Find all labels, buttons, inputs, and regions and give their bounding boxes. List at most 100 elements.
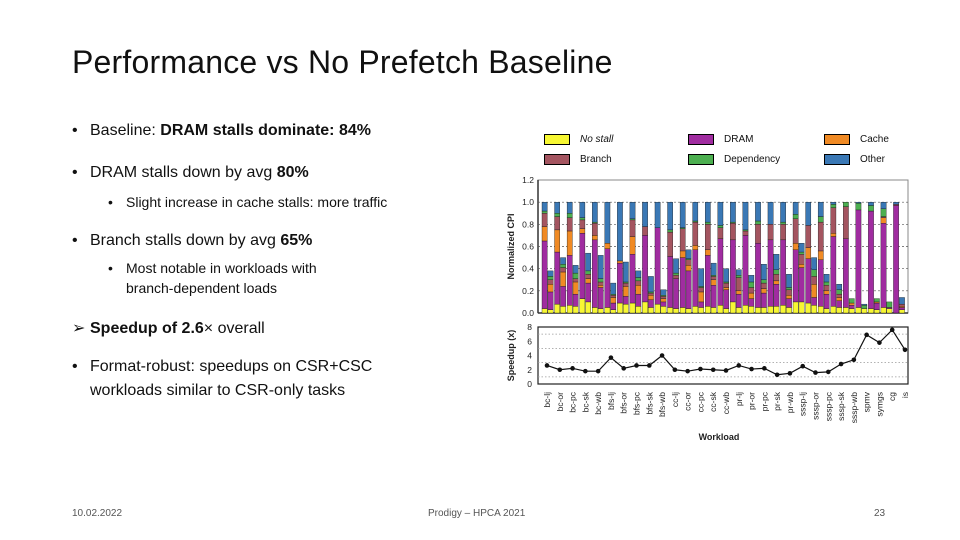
bar-segment-cache-prodigy <box>547 284 554 293</box>
bar-segment-dram-baseline <box>730 239 736 303</box>
bar-segment-dram-prodigy <box>648 299 654 308</box>
bar-segment-dependency-baseline <box>704 221 711 225</box>
bar-segment-dependency-prodigy <box>585 270 591 275</box>
bar-segment-cache-baseline <box>566 230 573 256</box>
bar-segment-other-prodigy <box>572 265 579 274</box>
bar-segment-dram-prodigy <box>660 301 667 307</box>
x-tick-label: is <box>900 392 910 398</box>
bar-segment-other-prodigy <box>748 275 755 283</box>
bar-segment-branch-prodigy <box>560 267 566 273</box>
bar-segment-no-stall-prodigy <box>811 305 817 314</box>
bar-segment-dram-prodigy <box>811 297 817 306</box>
bar-segment-cache-prodigy <box>585 278 591 284</box>
bar-segment-branch-prodigy <box>648 292 654 296</box>
bar-segment-cache-prodigy <box>685 265 692 272</box>
bar-segment-dram-baseline <box>893 205 899 314</box>
bar-segment-dram-baseline <box>830 236 837 307</box>
bar-segment-dram-prodigy <box>635 293 642 307</box>
bar-segment-cache-prodigy <box>761 288 767 294</box>
bar-segment-other-baseline <box>780 201 786 223</box>
bar-segment-other-prodigy <box>635 270 642 278</box>
bar-segment-other-prodigy <box>761 264 767 280</box>
x-tick-label: cc-wb <box>721 392 731 414</box>
bar-segment-dram-prodigy <box>874 302 880 310</box>
bar-segment-no-stall-prodigy <box>773 306 780 314</box>
bar-segment-no-stall-baseline <box>742 305 749 314</box>
speedup-point <box>710 367 716 373</box>
bar-segment-no-stall-prodigy <box>735 307 742 314</box>
bar-segment-cache-baseline <box>679 250 686 258</box>
speedup-point <box>557 367 563 373</box>
line-chart-y-tick-label: 8 <box>527 322 532 332</box>
bar-segment-no-stall-baseline <box>541 308 548 314</box>
bar-segment-cache-baseline <box>817 250 824 260</box>
speedup-point <box>774 372 780 378</box>
bar-segment-cache-baseline <box>805 247 812 259</box>
bar-segment-branch-baseline <box>692 221 699 246</box>
bar-segment-dependency-baseline <box>855 203 862 211</box>
bar-segment-dram-prodigy <box>560 286 566 307</box>
line-chart-y-tick-label: 4 <box>527 351 532 361</box>
bar-segment-other-prodigy <box>660 289 667 296</box>
bar-segment-branch-prodigy <box>635 280 642 286</box>
bar-segment-other-baseline <box>541 201 548 212</box>
bar-segment-other-prodigy <box>648 276 654 293</box>
bar-segment-dram-baseline <box>755 243 761 308</box>
line-chart-y-axis-title: Speedup (x) <box>506 330 516 382</box>
bar-segment-branch-prodigy <box>585 274 591 279</box>
bar-segment-cache-baseline <box>592 235 598 241</box>
speedup-point <box>749 366 754 372</box>
speedup-point <box>634 363 639 368</box>
bar-segment-other-prodigy <box>597 255 604 279</box>
bar-segment-branch-prodigy <box>673 275 679 279</box>
bar-segment-cache-baseline <box>604 243 611 249</box>
bar-segment-dependency-prodigy <box>572 272 579 279</box>
bar-segment-dram-baseline <box>592 239 598 308</box>
x-tick-label: bc-wb <box>593 392 603 415</box>
bar-segment-no-stall-baseline <box>780 305 786 314</box>
bar-segment-no-stall-prodigy <box>673 308 679 314</box>
speedup-point <box>570 366 575 371</box>
bar-segment-other-baseline <box>554 201 560 214</box>
x-tick-label: bc-sk <box>580 391 590 412</box>
bar-segment-dram-baseline <box>855 209 862 308</box>
footer-page-number: 23 <box>874 508 886 519</box>
bar-segment-other-baseline <box>730 201 736 223</box>
bar-segment-cache-prodigy <box>786 295 792 299</box>
bar-segment-branch-prodigy <box>660 296 667 299</box>
bar-segment-no-stall-baseline <box>604 307 611 314</box>
bar-segment-cache-baseline <box>541 226 548 242</box>
bar-segment-dram-baseline <box>566 255 573 306</box>
bar-segment-dependency-prodigy <box>823 281 830 286</box>
bar-segment-no-stall-prodigy <box>823 308 830 314</box>
x-tick-label: pr-pc <box>759 391 769 411</box>
bar-segment-dependency-prodigy <box>811 269 817 277</box>
bar-segment-dram-baseline <box>880 223 887 308</box>
bar-segment-cache-baseline <box>629 236 636 255</box>
bar-segment-no-stall-baseline <box>667 307 673 314</box>
bar-segment-no-stall-prodigy <box>685 308 692 314</box>
x-axis-title: Workload <box>699 432 740 442</box>
bar-segment-no-stall-prodigy <box>786 307 792 314</box>
bar-segment-branch-baseline <box>667 231 673 257</box>
bar-segment-no-stall-baseline <box>629 302 636 314</box>
bar-segment-no-stall-baseline <box>767 306 774 314</box>
bar-segment-no-stall-prodigy <box>798 301 805 314</box>
bar-segment-cache-prodigy <box>572 281 579 295</box>
bar-segment-cache-baseline <box>880 217 887 224</box>
bar-segment-branch-baseline <box>554 216 560 231</box>
bar-segment-other-prodigy <box>560 257 566 265</box>
bar-segment-cache-prodigy <box>823 290 830 295</box>
line-chart-y-tick-label: 2 <box>527 365 532 375</box>
bar-segment-no-stall-baseline <box>717 305 724 314</box>
speedup-point <box>723 368 729 373</box>
bar-segment-other-baseline <box>629 201 636 219</box>
speedup-point <box>544 363 550 368</box>
bar-segment-dependency-baseline <box>579 217 586 221</box>
bar-segment-no-stall-baseline <box>654 303 661 314</box>
bar-segment-cache-baseline <box>704 249 711 256</box>
bar-segment-dram-prodigy <box>773 284 780 307</box>
bar-segment-dram-prodigy <box>685 270 692 309</box>
bar-segment-branch-prodigy <box>710 276 717 280</box>
bar-segment-dram-prodigy <box>572 293 579 307</box>
